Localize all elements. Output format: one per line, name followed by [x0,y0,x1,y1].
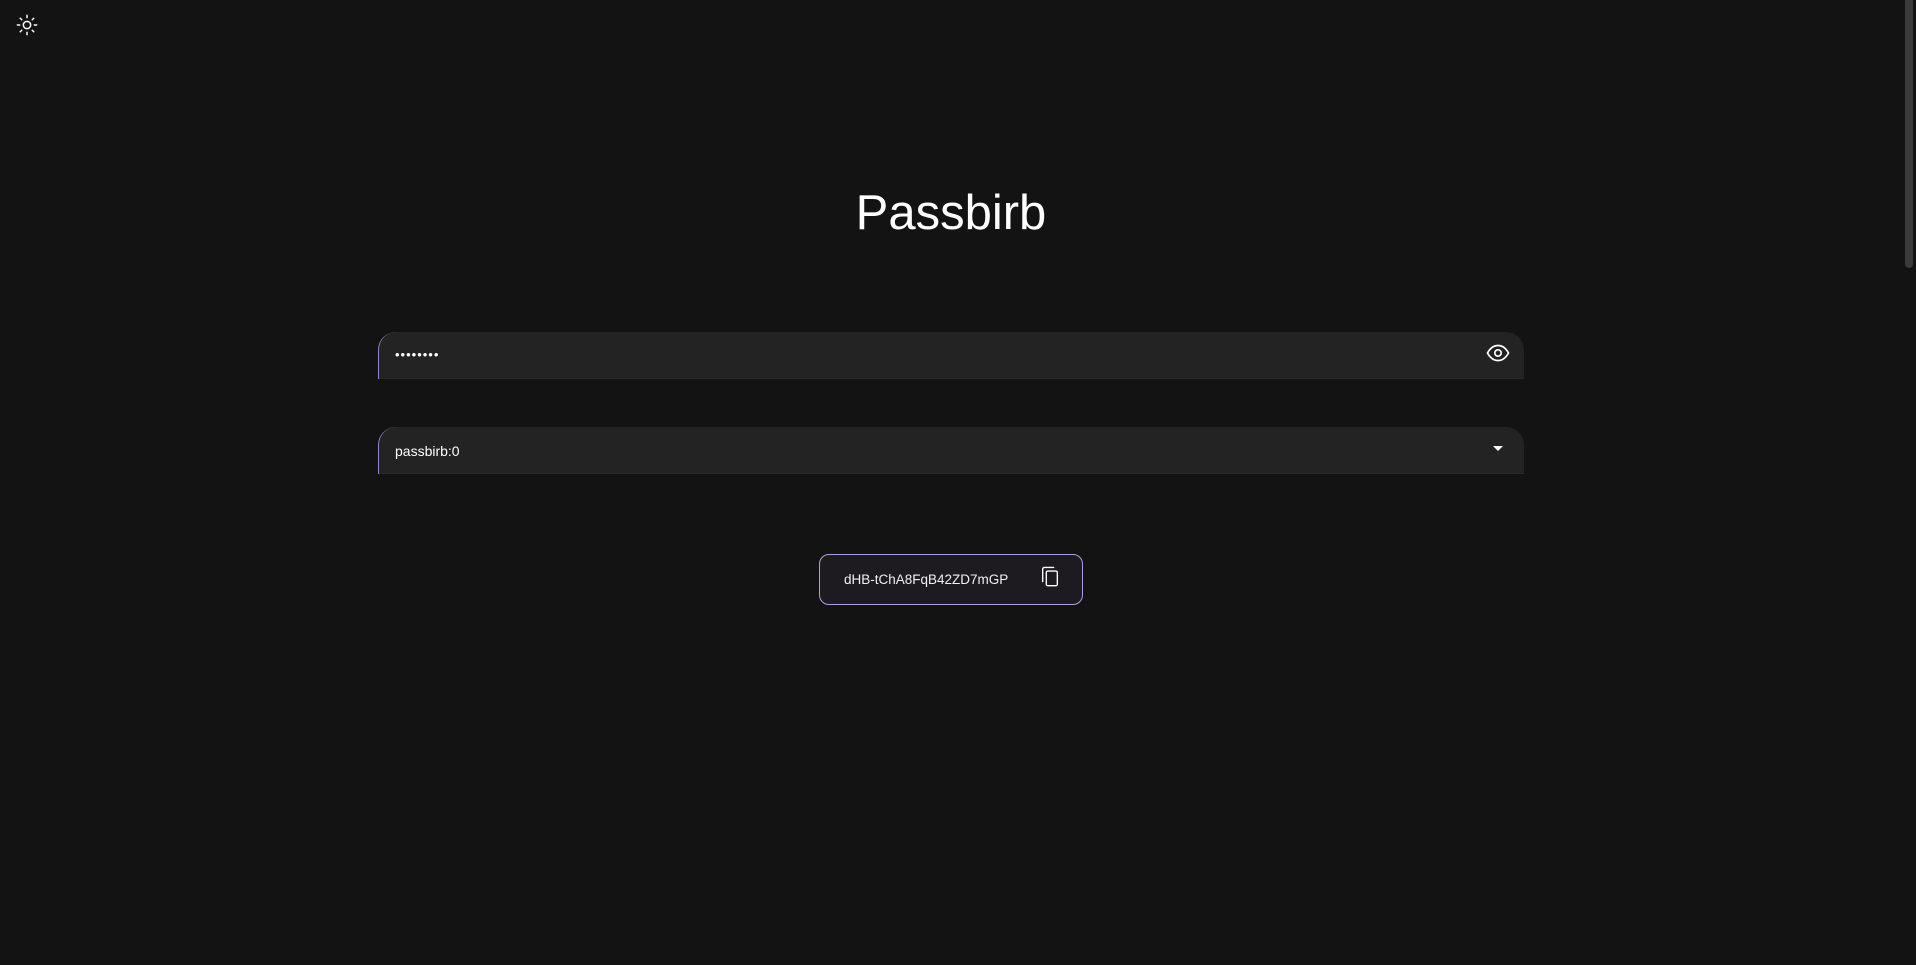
scrollbar-thumb[interactable] [1905,0,1913,268]
dropdown-button[interactable] [1486,439,1510,463]
eye-icon [1486,341,1510,370]
theme-toggle-button[interactable] [13,13,41,41]
caret-down-icon [1486,436,1510,465]
generated-password: dHB-tChA8FqB42ZD7mGP [844,572,1009,587]
page-scrollbar[interactable] [1902,0,1916,965]
sun-icon [16,14,38,41]
page-title: Passbirb [855,186,1047,240]
copy-icon [1039,566,1061,593]
field-underline [379,378,1524,379]
algorithm-select[interactable]: passbirb:0 [378,427,1524,474]
master-password-input[interactable]: •••••••• [395,347,439,362]
algorithm-select-value: passbirb:0 [395,442,460,459]
toggle-visibility-button[interactable] [1486,344,1510,368]
page: Passbirb •••••••• passbirb:0 dHB-tChA8Fq… [0,0,1916,965]
copy-button[interactable] [1038,566,1062,593]
field-underline [379,473,1524,474]
master-password-field[interactable]: •••••••• [378,332,1524,379]
generated-password-chip[interactable]: dHB-tChA8FqB42ZD7mGP [819,554,1083,605]
